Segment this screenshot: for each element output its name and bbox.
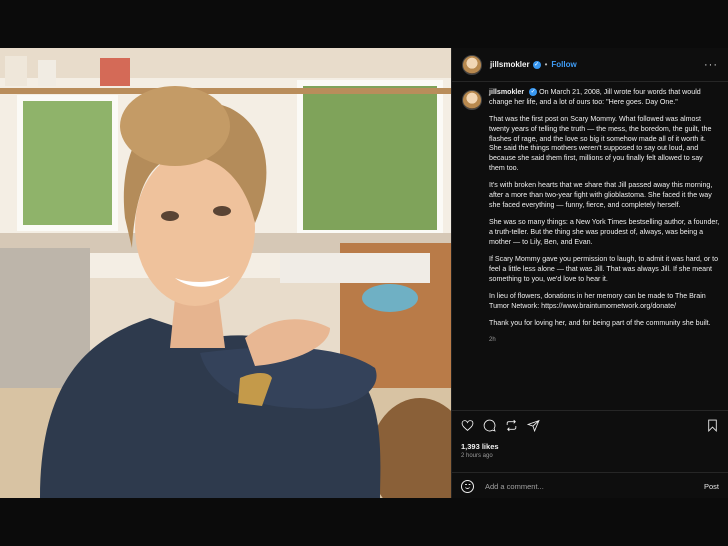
emoji-icon[interactable] [461,479,474,493]
instagram-post: jillsmokler ✓ • Follow ··· jillsmokler ✓… [0,48,728,498]
caption-paragraph-3: It's with broken hearts that we share th… [489,181,713,209]
repost-icon[interactable] [505,419,518,432]
action-bar [452,410,728,439]
caption: jillsmokler ✓ On March 21, 2008, Jill wr… [462,88,720,404]
avatar[interactable] [462,54,482,75]
comment-icon[interactable] [483,419,496,432]
caption-username[interactable]: jillsmokler [489,88,524,96]
more-options-icon[interactable]: ··· [704,59,718,71]
caption-paragraph-2: That was the first post on Scary Mommy. … [489,115,712,173]
caption-text: jillsmokler ✓ On March 21, 2008, Jill wr… [489,88,720,346]
caption-verified-badge-icon: ✓ [529,88,538,96]
post-photo[interactable] [0,48,451,498]
caption-paragraph-6: In lieu of flowers, donations in her mem… [489,292,706,310]
follow-button[interactable]: Follow [551,60,576,69]
post-side-panel: jillsmokler ✓ • Follow ··· jillsmokler ✓… [451,48,728,498]
verified-badge-icon: ✓ [532,60,541,69]
caption-paragraph-1: jillsmokler ✓ On March 21, 2008, Jill wr… [489,88,720,108]
bookmark-icon[interactable] [706,419,719,432]
post-comment-button[interactable]: Post [704,482,719,491]
post-header: jillsmokler ✓ • Follow ··· [452,48,728,82]
comment-input[interactable]: Add a comment... [485,482,544,491]
share-icon[interactable] [527,419,540,432]
caption-timestamp[interactable]: 2h [489,336,720,346]
comment-bar: Add a comment... Post [452,472,728,499]
heart-icon[interactable] [461,419,474,432]
likes-count[interactable]: 1,393 likes [461,442,499,451]
caption-paragraph-5: If Scary Mommy gave you permission to la… [489,255,719,283]
separator-dot: • [544,60,548,69]
caption-paragraph-4: She was so many things: a New York Times… [489,218,720,246]
caption-paragraph-7: Thank you for loving her, and for being … [489,319,711,328]
caption-avatar[interactable] [462,90,482,110]
username-link[interactable]: jillsmokler [490,60,530,69]
post-age[interactable]: 2 hours ago [461,453,493,459]
